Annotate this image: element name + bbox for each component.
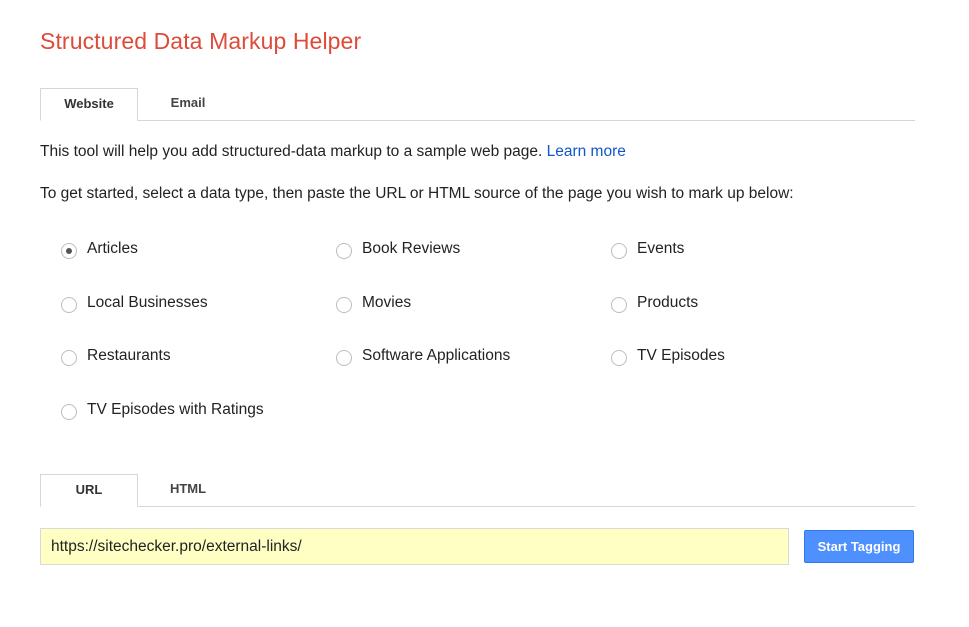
source-type-tabs: Website Email <box>40 88 915 121</box>
radio-label: Articles <box>87 240 138 257</box>
radio-label: Products <box>637 294 699 311</box>
radio-button[interactable] <box>61 350 77 366</box>
radio-label: Events <box>637 240 685 257</box>
radio-button[interactable] <box>611 350 627 366</box>
radio-label: Movies <box>362 294 412 311</box>
page-title: Structured Data Markup Helper <box>40 28 362 54</box>
radio-button[interactable] <box>61 404 77 420</box>
radio-button[interactable] <box>336 297 352 313</box>
tab-url[interactable]: URL <box>40 474 138 507</box>
markup-helper-page: Structured Data Markup Helper Website Em… <box>0 0 969 627</box>
start-tagging-button[interactable]: Start Tagging <box>804 530 914 563</box>
tab-website[interactable]: Website <box>40 88 138 121</box>
radio-events[interactable]: Events <box>611 238 684 260</box>
intro-text: This tool will help you add structured-d… <box>40 143 626 161</box>
intro-description: This tool will help you add structured-d… <box>40 143 547 160</box>
learn-more-link[interactable]: Learn more <box>547 143 626 160</box>
radio-label: TV Episodes <box>637 347 725 364</box>
radio-local-businesses[interactable]: Local Businesses <box>61 292 208 314</box>
radio-restaurants[interactable]: Restaurants <box>61 345 171 367</box>
tab-html[interactable]: HTML <box>139 474 237 505</box>
radio-button[interactable] <box>611 297 627 313</box>
input-mode-tabs: URL HTML <box>40 474 915 507</box>
radio-button[interactable] <box>611 243 627 259</box>
radio-button[interactable] <box>336 350 352 366</box>
radio-label: Book Reviews <box>362 240 461 257</box>
radio-label: Local Businesses <box>87 294 208 311</box>
radio-button[interactable] <box>61 297 77 313</box>
instructions-text: To get started, select a data type, then… <box>40 185 794 202</box>
radio-button-selected[interactable] <box>61 243 77 259</box>
radio-tv-episodes-with-ratings[interactable]: TV Episodes with Ratings <box>61 399 264 421</box>
radio-label: Software Applications <box>362 347 511 364</box>
radio-label: Restaurants <box>87 347 171 364</box>
radio-software-applications[interactable]: Software Applications <box>336 345 510 367</box>
radio-label: TV Episodes with Ratings <box>87 401 264 418</box>
radio-button[interactable] <box>336 243 352 259</box>
radio-products[interactable]: Products <box>611 292 698 314</box>
tab-email[interactable]: Email <box>139 88 237 119</box>
radio-book-reviews[interactable]: Book Reviews <box>336 238 460 260</box>
url-input[interactable] <box>40 528 789 565</box>
radio-movies[interactable]: Movies <box>336 292 411 314</box>
radio-tv-episodes[interactable]: TV Episodes <box>611 345 725 367</box>
radio-articles[interactable]: Articles <box>61 238 138 260</box>
